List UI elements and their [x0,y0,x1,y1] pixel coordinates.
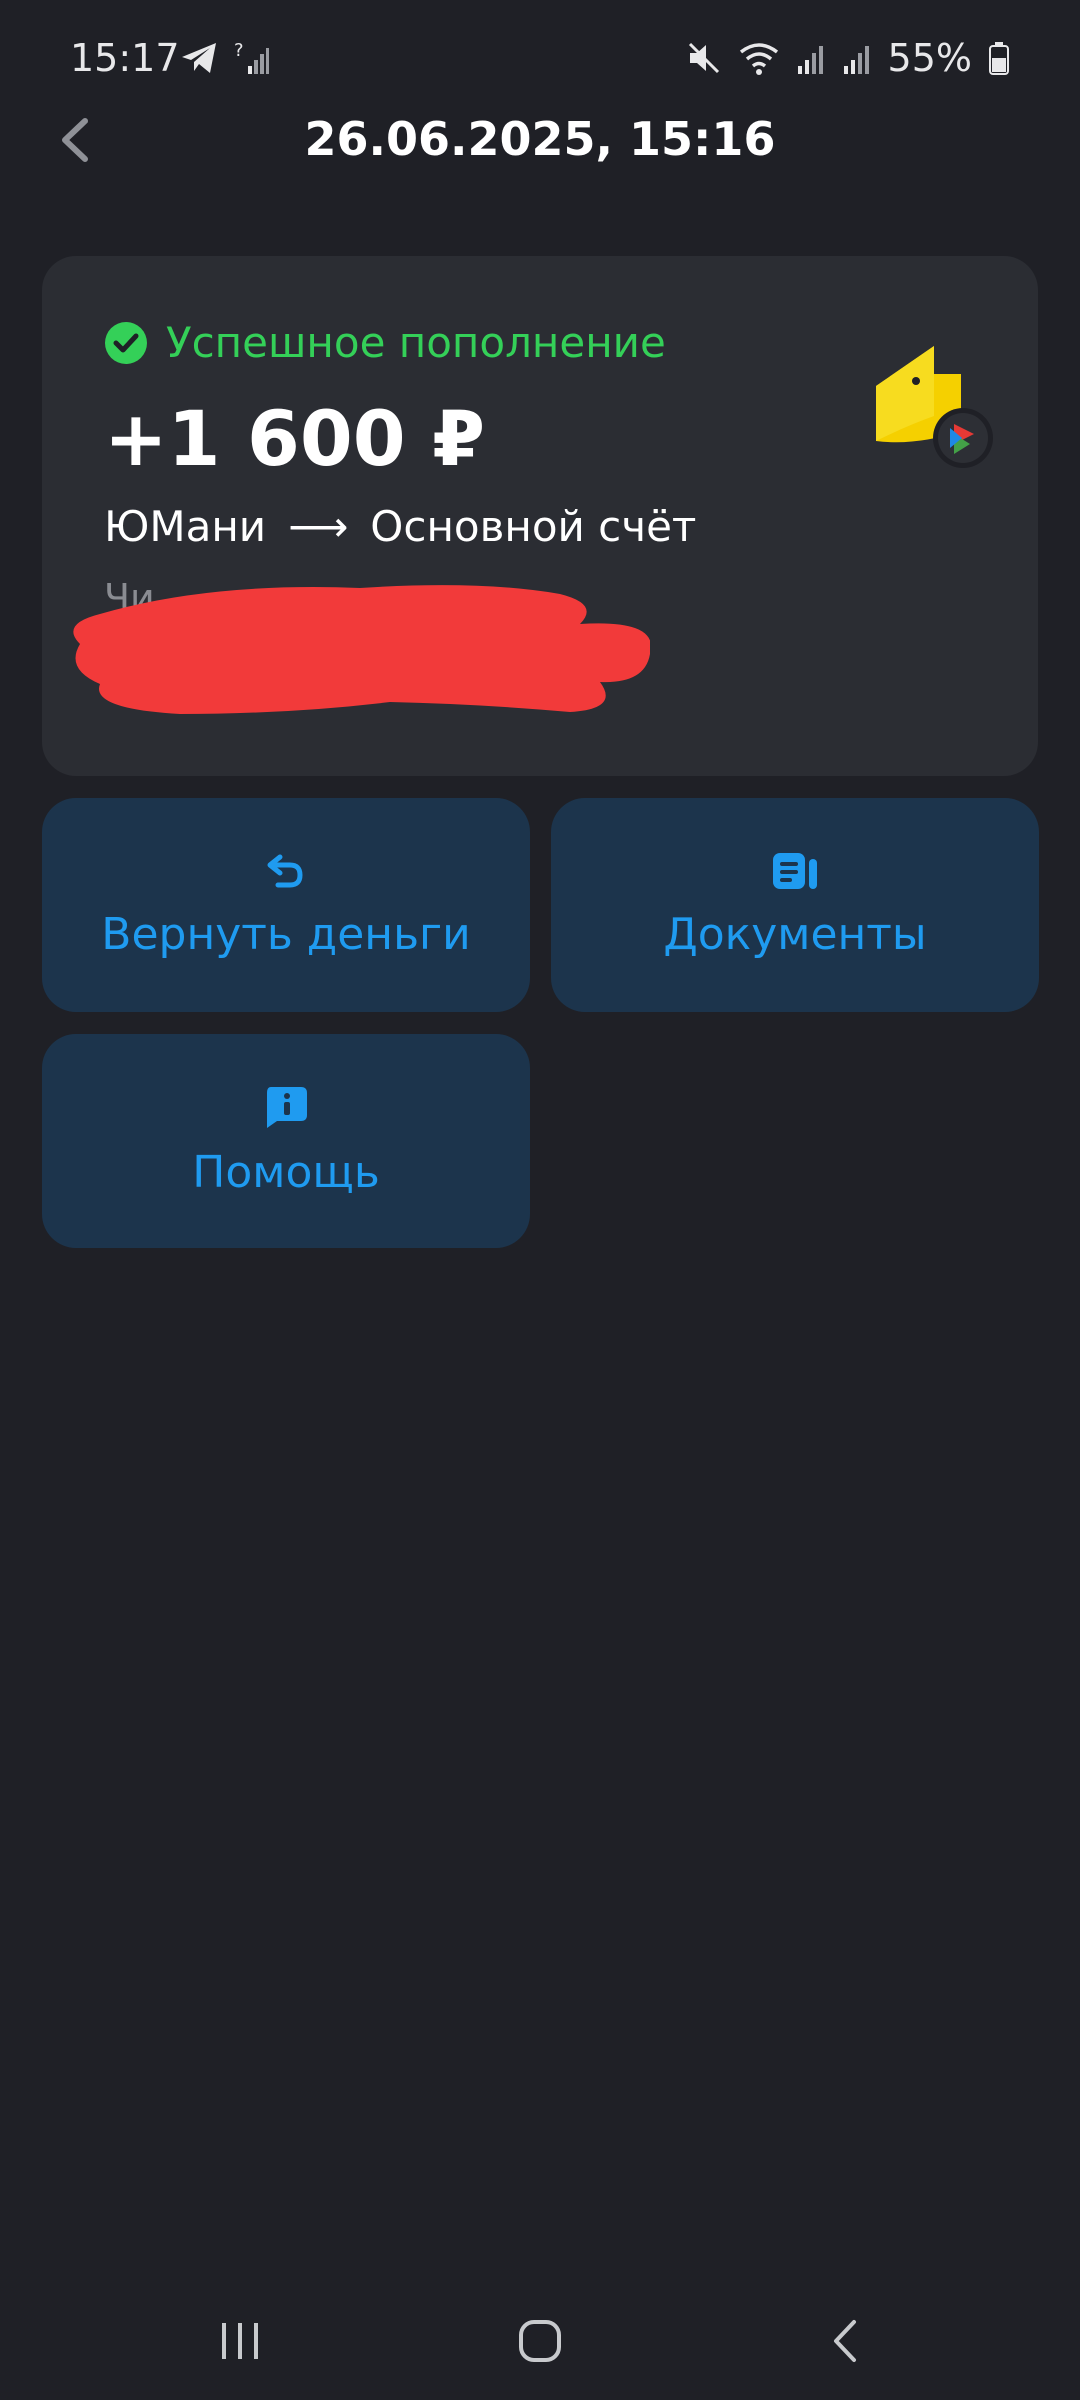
documents-button[interactable]: Документы [551,798,1039,1012]
redaction-scribble [73,585,650,714]
status-right: 55% [686,36,1010,80]
wifi-icon [739,43,778,75]
document-icon [773,852,817,889]
documents-label: Документы [663,908,927,960]
signal-unknown-icon: ? [234,40,269,74]
back-arrow-icon [834,2320,856,2362]
route-destination: Основной счёт [370,502,697,551]
transaction-status: Успешное пополнение [104,318,666,367]
status-time: 15:17 [70,36,180,80]
telegram-icon [182,43,216,73]
page-title: 26.06.2025, 15:16 [304,112,776,166]
transaction-amount: +1 600 ₽ [104,394,486,483]
transaction-route: ЮМани ⟶ Основной счёт [104,502,696,551]
signal-sim1-icon [797,46,823,74]
undo-arrow-icon [267,854,303,887]
home-icon [519,2320,561,2362]
merchant-logo [846,326,996,476]
nav-back-button[interactable] [805,2306,885,2376]
header: 26.06.2025, 15:16 [0,100,1080,180]
system-nav-bar [0,2280,1080,2400]
refund-label: Вернуть деньги [101,908,471,960]
refund-button[interactable]: Вернуть деньги [42,798,530,1012]
help-button[interactable]: Помощь [42,1034,530,1248]
help-label: Помощь [192,1146,380,1198]
signal-sim2-icon [843,46,869,74]
check-circle-icon [105,321,147,364]
recent-apps-icon [222,2323,258,2359]
status-left-icons: ? [180,40,270,76]
mute-icon [688,42,719,74]
status-label: Успешное пополнение [166,318,666,367]
recent-apps-button[interactable] [200,2306,280,2376]
home-button[interactable] [500,2306,580,2376]
route-arrow: ⟶ [288,502,349,551]
info-bubble-icon [267,1086,307,1128]
battery-percent: 55% [887,36,972,80]
yoomoney-wallet-icon [876,346,993,468]
svg-text:?: ? [234,40,244,61]
transaction-card: Успешное пополнение +1 600 ₽ ЮМани ⟶ Осн… [42,256,1038,776]
route-source: ЮМани [104,502,267,551]
battery-icon [989,42,1009,75]
